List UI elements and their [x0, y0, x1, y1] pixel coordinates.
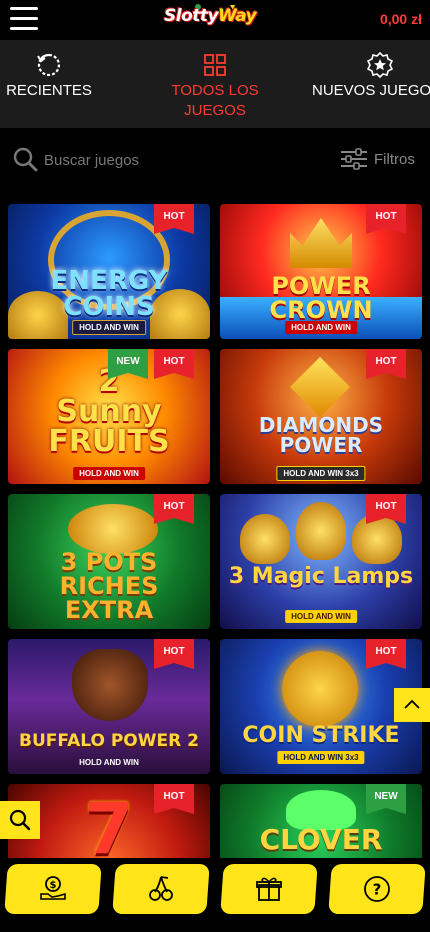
refresh-icon — [37, 53, 61, 77]
game-subtitle: HOLD AND WIN 3x3 — [276, 466, 366, 481]
game-title: BUFFALO POWER 2 — [19, 731, 199, 751]
game-subtitle: HOLD AND WIN — [285, 321, 357, 334]
nav-games-button[interactable] — [112, 864, 210, 914]
games-grid: ENERGY COINS HOLD AND WIN HOT POWER CROW… — [0, 192, 430, 860]
new-badge: NEW — [366, 784, 406, 814]
svg-text:?: ? — [373, 881, 382, 899]
game-subtitle: HOLD AND WIN — [72, 320, 146, 335]
hot-badge: HOT — [154, 204, 194, 234]
game-subtitle: HOLD AND WIN — [285, 610, 357, 623]
tab-recent[interactable]: RECIENTES — [0, 40, 98, 128]
hot-badge: HOT — [154, 639, 194, 669]
badge-star-icon — [367, 52, 393, 78]
game-subtitle: HOLD AND WIN 3x3 — [277, 751, 365, 764]
filters-label: Filtros — [374, 150, 415, 168]
game-tile[interactable]: DIAMONDS POWER HOLD AND WIN 3x3 HOT — [220, 349, 422, 484]
game-title: POWER CROWN — [269, 272, 373, 324]
logo-part-1: Slotty — [164, 6, 219, 26]
svg-text:$: $ — [50, 880, 57, 891]
game-subtitle: HOLD AND WIN — [79, 758, 139, 767]
logo[interactable]: SlottyWay — [164, 3, 270, 39]
game-title: DIAMONDS POWER — [258, 413, 384, 457]
search-input[interactable] — [44, 148, 264, 172]
game-tile[interactable]: CLOVER NEW — [220, 784, 422, 860]
game-title: COIN STRIKE — [242, 723, 400, 748]
gift-icon — [256, 877, 282, 901]
game-tile[interactable]: POWER CROWN HOLD AND WIN HOT — [220, 204, 422, 339]
hot-badge: HOT — [154, 494, 194, 524]
game-title: 3 Magic Lamps — [228, 564, 414, 589]
sliders-icon — [341, 148, 367, 170]
search-icon — [9, 809, 31, 831]
game-title: CLOVER — [259, 823, 383, 856]
logo-part-2: Way — [218, 6, 257, 26]
scroll-top-button[interactable] — [394, 688, 430, 722]
floating-search-button[interactable] — [0, 801, 40, 839]
search-icon — [13, 147, 38, 172]
tab-label: TODOS LOS JUEGOS — [171, 82, 259, 119]
hot-badge: HOT — [366, 639, 406, 669]
game-tile[interactable]: ENERGY COINS HOLD AND WIN HOT — [8, 204, 210, 339]
hot-badge: HOT — [366, 349, 406, 379]
tab-new-games[interactable]: NUEVOS JUEGOS — [312, 40, 430, 128]
chevron-up-icon — [404, 699, 420, 709]
menu-icon[interactable] — [10, 7, 38, 31]
filters-button[interactable]: Filtros — [340, 146, 415, 172]
game-tile[interactable]: 3 POTS RICHES EXTRA HOT — [8, 494, 210, 629]
game-tile[interactable]: BUFFALO POWER 2 HOLD AND WIN HOT — [8, 639, 210, 774]
game-tile[interactable]: COIN STRIKE HOLD AND WIN 3x3 HOT — [220, 639, 422, 774]
game-title: 2 Sunny FRUITS — [48, 364, 170, 459]
nav-promotions-button[interactable] — [220, 864, 318, 914]
tab-label: RECIENTES — [6, 82, 92, 99]
nav-cashier-button[interactable]: $ — [4, 864, 102, 914]
balance[interactable]: 0,00 zł — [380, 11, 422, 27]
cash-icon: $ — [40, 876, 66, 900]
game-tile[interactable]: 3 Magic Lamps HOLD AND WIN HOT — [220, 494, 422, 629]
bottom-nav: $ ? — [0, 858, 430, 932]
game-title: 3 POTS RICHES EXTRA — [59, 548, 159, 624]
game-subtitle: HOLD AND WIN — [73, 467, 145, 480]
category-tabs: RECIENTES TODOS LOS JUEGOS NUEVOS JUEGOS — [0, 40, 430, 128]
search-bar: Filtros — [0, 128, 430, 192]
nav-help-button[interactable]: ? — [328, 864, 426, 914]
help-icon: ? — [364, 876, 390, 902]
cherries-icon — [149, 876, 173, 901]
tab-all-games[interactable]: TODOS LOS JUEGOS — [150, 40, 280, 128]
game-title: ENERGY COINS — [50, 266, 168, 322]
top-header: SlottyWay 0,00 zł — [0, 0, 430, 40]
game-tile[interactable]: 2 Sunny FRUITS HOLD AND WIN NEW HOT — [8, 349, 210, 484]
grid-icon — [204, 54, 226, 76]
hot-badge: HOT — [366, 204, 406, 234]
tab-label: NUEVOS JUEGOS — [312, 82, 430, 99]
